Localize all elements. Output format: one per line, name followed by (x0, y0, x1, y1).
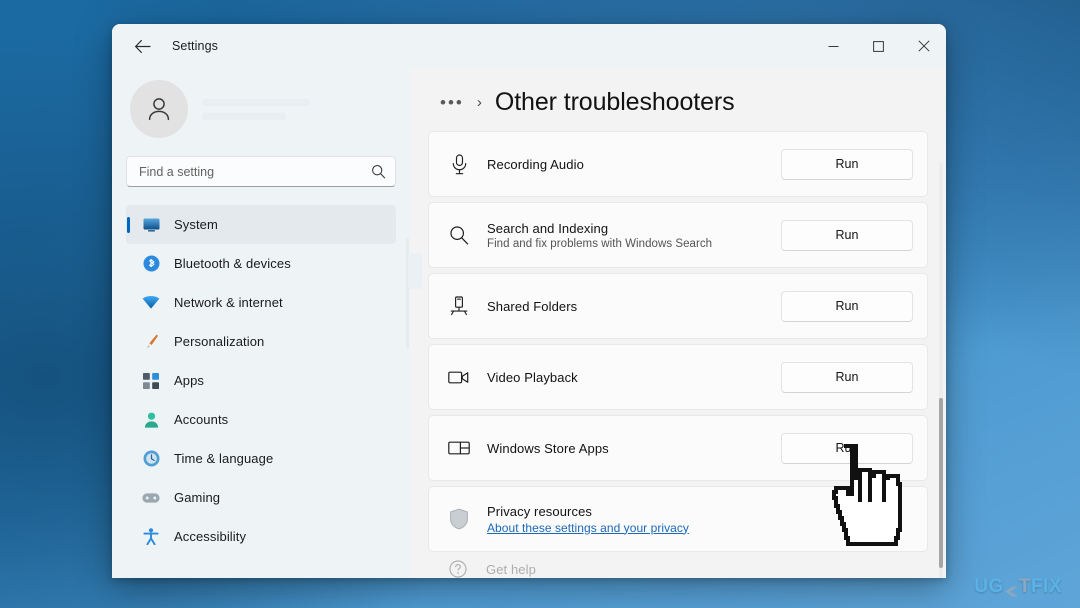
breadcrumb: ••• › Other troubleshooters (428, 68, 928, 131)
monitor-icon (142, 216, 160, 234)
window-controls (811, 24, 946, 68)
paintbrush-icon (142, 333, 160, 351)
account-name-placeholder (202, 98, 310, 120)
minimize-icon (828, 45, 839, 47)
row-text: Search and Indexing Find and fix problem… (487, 221, 781, 250)
sidebar-item-personalization[interactable]: Personalization (126, 322, 396, 361)
partial-row-title: Get help (486, 561, 536, 577)
sidebar-item-network-internet[interactable]: Network & internet (126, 283, 396, 322)
sidebar-item-time-language[interactable]: Time & language (126, 439, 396, 478)
sidebar-item-label: Personalization (174, 334, 265, 349)
sidebar-item-label: Accessibility (174, 529, 247, 544)
row-subtitle: Find and fix problems with Windows Searc… (487, 237, 713, 250)
settings-window: Settings Find a setting System Bluetooth… (112, 24, 946, 578)
row-title: Shared Folders (487, 298, 578, 314)
search-icon (447, 223, 471, 247)
arrows-glyph-icon (1005, 582, 1018, 597)
row-text: Windows Store Apps (487, 441, 781, 456)
sidebar-item-label: Time & language (174, 451, 274, 466)
shield-icon (447, 507, 471, 531)
privacy-settings-link[interactable]: About these settings and your privacy (487, 521, 913, 535)
bluetooth-icon (142, 255, 160, 273)
help-circle-icon (446, 557, 470, 578)
privacy-resources-row: Privacy resources About these settings a… (428, 486, 928, 552)
troubleshooter-list: Recording Audio Run Search and Indexing … (428, 131, 928, 552)
sidebar-item-label: Network & internet (174, 295, 283, 310)
account-block[interactable] (126, 68, 396, 156)
gamepad-icon (142, 489, 160, 507)
content-scrollbar[interactable] (939, 398, 943, 568)
close-button[interactable] (901, 24, 946, 68)
maximize-button[interactable] (856, 24, 901, 68)
breadcrumb-overflow-button[interactable]: ••• (440, 94, 464, 111)
pane-divider (408, 253, 422, 289)
sidebar-nav-list: System Bluetooth & devices Network & int… (126, 205, 396, 556)
troubleshooter-row-shared-folders[interactable]: Shared Folders Run (428, 273, 928, 339)
sidebar-item-accessibility[interactable]: Accessibility (126, 517, 396, 556)
row-text: Shared Folders (487, 299, 781, 314)
search-box[interactable] (126, 156, 396, 187)
sidebar-item-label: Bluetooth & devices (174, 256, 291, 271)
clock-icon (142, 450, 160, 468)
row-title: Search and Indexing (487, 220, 609, 236)
run-button[interactable]: Run (781, 148, 913, 180)
run-button[interactable]: Run (781, 432, 913, 464)
row-text: Recording Audio (487, 157, 781, 172)
watermark-part1: UG (974, 576, 1004, 597)
app-title: Settings (172, 39, 218, 53)
shared-folders-icon (447, 294, 471, 318)
back-arrow-icon (134, 39, 151, 53)
sidebar-item-accounts[interactable]: Accounts (126, 400, 396, 439)
sidebar-item-bluetooth-devices[interactable]: Bluetooth & devices (126, 244, 396, 283)
row-text: Privacy resources About these settings a… (487, 504, 913, 535)
troubleshooter-row-search-and-indexing[interactable]: Search and Indexing Find and fix problem… (428, 202, 928, 268)
run-button[interactable]: Run (781, 290, 913, 322)
sidebar-item-label: Apps (174, 373, 205, 388)
sidebar-item-label: Accounts (174, 412, 229, 427)
run-button[interactable]: Run (781, 361, 913, 393)
apps-grid-icon (142, 372, 160, 390)
person-icon (148, 98, 170, 121)
window-body: System Bluetooth & devices (112, 68, 946, 578)
row-title: Video Playback (487, 369, 578, 385)
sidebar-item-label: Gaming (174, 490, 221, 505)
row-title: Privacy resources (487, 503, 593, 519)
close-icon (917, 40, 930, 52)
sidebar-item-system[interactable]: System (126, 205, 396, 244)
sidebar-item-gaming[interactable]: Gaming (126, 478, 396, 517)
partial-row-get-help[interactable]: Get help (428, 552, 928, 578)
maximize-icon (873, 40, 884, 52)
troubleshooter-row-recording-audio[interactable]: Recording Audio Run (428, 131, 928, 197)
minimize-button[interactable] (811, 24, 856, 68)
row-text: Video Playback (487, 370, 781, 385)
account-name-line (202, 98, 310, 106)
chevron-right-icon: › (476, 94, 482, 111)
store-apps-icon (447, 436, 471, 460)
search-input[interactable] (139, 164, 371, 179)
watermark-part3: FIX (1030, 576, 1062, 597)
run-button[interactable]: Run (781, 219, 913, 251)
sidebar-item-label: System (174, 217, 218, 232)
troubleshooter-row-video-playback[interactable]: Video Playback Run (428, 344, 928, 410)
desktop-background: Settings Find a setting System Bluetooth… (0, 0, 1080, 608)
back-button[interactable] (126, 30, 158, 62)
accessibility-icon (142, 528, 160, 546)
search-icon (371, 164, 386, 179)
content-pane: ••• › Other troubleshooters Recording Au… (410, 68, 946, 578)
video-camera-icon (447, 365, 471, 389)
troubleshooter-row-windows-store-apps[interactable]: Windows Store Apps Run (428, 415, 928, 481)
watermark-part2: T (1018, 576, 1031, 597)
sidebar-item-apps[interactable]: Apps (126, 361, 396, 400)
microphone-icon (447, 152, 471, 176)
sidebar: System Bluetooth & devices (112, 68, 410, 578)
account-email-line (202, 112, 286, 120)
window-titlebar: Settings (112, 24, 946, 68)
account-icon (142, 411, 160, 429)
watermark: UG T FIX (974, 576, 1062, 598)
avatar (130, 80, 188, 138)
row-title: Windows Store Apps (487, 440, 609, 456)
row-title: Recording Audio (487, 156, 584, 172)
page-title: Other troubleshooters (494, 88, 735, 116)
wifi-icon (142, 294, 160, 312)
